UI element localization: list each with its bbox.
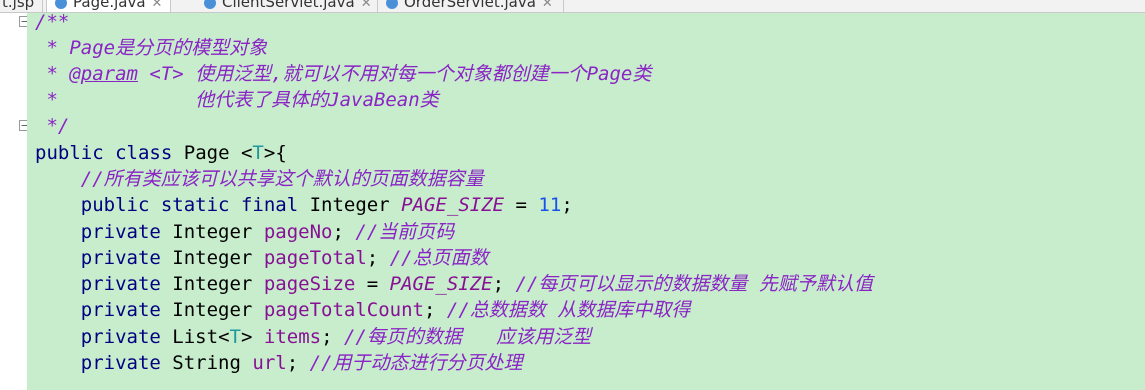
code-line-comment: //所有类应该可以共享这个默认的页面数据容量 <box>35 166 484 192</box>
javadoc-comment: * Page是分页的模型对象 <box>35 37 268 59</box>
keyword: private <box>80 326 161 348</box>
tab-clientservlet-java[interactable]: ClientServlet.java ✕ <box>204 0 372 12</box>
tab-separator <box>563 0 564 12</box>
javadoc-comment: * 他代表了具体的JavaBean类 <box>35 89 439 111</box>
code-line-url: private String url; //用于动态进行分页处理 <box>35 350 523 376</box>
tab-orderservlet-java[interactable]: OrderServlet.java ✕ <box>386 0 553 12</box>
javadoc-comment: * <box>35 63 70 85</box>
field-name: pageTotal <box>263 247 367 269</box>
punctuation: ; <box>286 352 299 374</box>
keyword: private <box>80 352 161 374</box>
type-parameter: T <box>252 142 264 164</box>
javadoc-comment: */ <box>35 115 70 137</box>
code-line-pagesize: private Integer pageSize = PAGE_SIZE; //… <box>35 271 873 297</box>
keyword: class <box>115 142 173 164</box>
operator: = <box>504 194 539 216</box>
punctuation: > <box>240 326 253 348</box>
type-name: Integer <box>172 299 253 321</box>
java-class-icon <box>55 0 67 9</box>
keyword: private <box>80 221 161 243</box>
punctuation: ; <box>321 326 333 348</box>
code-line-pageno: private Integer pageNo; //当前页码 <box>35 219 455 245</box>
keyword: final <box>240 194 299 216</box>
operator: = <box>355 273 390 295</box>
javadoc-comment: /** <box>35 11 70 33</box>
static-field: PAGE_SIZE <box>389 273 493 295</box>
javadoc-param-tag: @param <box>69 63 138 85</box>
punctuation: < <box>218 326 230 348</box>
field-name: pageTotalCount <box>263 299 424 321</box>
tab-label: Page.java <box>73 0 146 11</box>
close-icon[interactable]: ✕ <box>152 0 163 11</box>
line-comment: //用于动态进行分页处理 <box>309 352 523 374</box>
field-name: url <box>252 352 287 374</box>
tab-label: OrderServlet.java <box>404 0 536 11</box>
keyword: public <box>35 142 104 164</box>
punctuation: >{ <box>263 142 287 164</box>
type-name: Integer <box>172 221 253 243</box>
code-line-doc-1: * Page是分页的模型对象 <box>35 35 267 61</box>
code-line-page-size: public static final Integer PAGE_SIZE = … <box>35 192 573 218</box>
type-name: Integer <box>172 247 253 269</box>
line-comment: //总数据数 从数据库中取得 <box>446 299 691 321</box>
code-line-doc-open: /** <box>35 9 69 35</box>
punctuation: ; <box>561 194 573 216</box>
tab-label: t.jsp <box>2 0 35 11</box>
line-comment: //每页的数据 应该用泛型 <box>343 326 592 348</box>
editor-gutter <box>0 13 30 390</box>
field-name: pageSize <box>263 273 356 295</box>
type-parameter: T <box>229 326 241 348</box>
punctuation: ; <box>366 247 379 269</box>
line-comment: //总页面数 <box>389 247 489 269</box>
keyword: private <box>80 273 161 295</box>
punctuation: ; <box>492 273 505 295</box>
class-name: Page <box>183 142 230 164</box>
editor-tab-bar: t.jsp Page.java ✕ ClientServlet.java ✕ Ord… <box>0 0 1145 13</box>
punctuation: ; <box>332 221 344 243</box>
keyword: public <box>80 194 150 216</box>
type-name: Integer <box>309 194 390 216</box>
keyword: private <box>80 299 161 321</box>
type-name: List <box>172 326 219 348</box>
javadoc-comment: <T> 使用泛型,就可以不用对每一个对象都创建一个Page类 <box>137 63 652 85</box>
line-comment: //每页可以显示的数据数量 先赋予默认值 <box>515 273 873 295</box>
tab-separator <box>377 0 378 12</box>
java-class-icon <box>204 0 216 9</box>
type-name: Integer <box>172 273 253 295</box>
field-name: pageNo <box>263 221 333 243</box>
line-comment: //当前页码 <box>355 221 455 243</box>
field-name: items <box>263 326 322 348</box>
code-line-items: private List<T> items; //每页的数据 应该用泛型 <box>35 324 591 350</box>
close-icon[interactable]: ✕ <box>542 0 553 11</box>
punctuation: ; <box>423 299 436 321</box>
static-field: PAGE_SIZE <box>401 194 505 216</box>
code-line-class-decl: public class Page <T>{ <box>35 140 287 166</box>
line-comment: //所有类应该可以共享这个默认的页面数据容量 <box>80 168 484 190</box>
keyword: private <box>80 247 161 269</box>
code-line-doc-3: * 他代表了具体的JavaBean类 <box>35 87 439 113</box>
tab-t-jsp[interactable]: t.jsp <box>2 0 34 12</box>
code-line-doc-close: */ <box>35 113 69 139</box>
code-line-pagetotal: private Integer pageTotal; //总页面数 <box>35 245 489 271</box>
code-line-pagetotalcount: private Integer pageTotalCount; //总数据数 从… <box>35 297 690 323</box>
code-line-doc-param: * @param <T> 使用泛型,就可以不用对每一个对象都创建一个Page类 <box>35 61 651 87</box>
type-name: String <box>172 352 241 374</box>
code-editor[interactable]: /** * Page是分页的模型对象 * @param <T> 使用泛型,就可以… <box>27 11 1145 390</box>
java-class-icon <box>386 0 398 9</box>
tab-label: ClientServlet.java <box>222 0 355 11</box>
punctuation: < <box>240 142 253 164</box>
keyword: static <box>160 194 230 216</box>
close-icon[interactable]: ✕ <box>361 0 372 11</box>
number-literal: 11 <box>538 194 562 216</box>
